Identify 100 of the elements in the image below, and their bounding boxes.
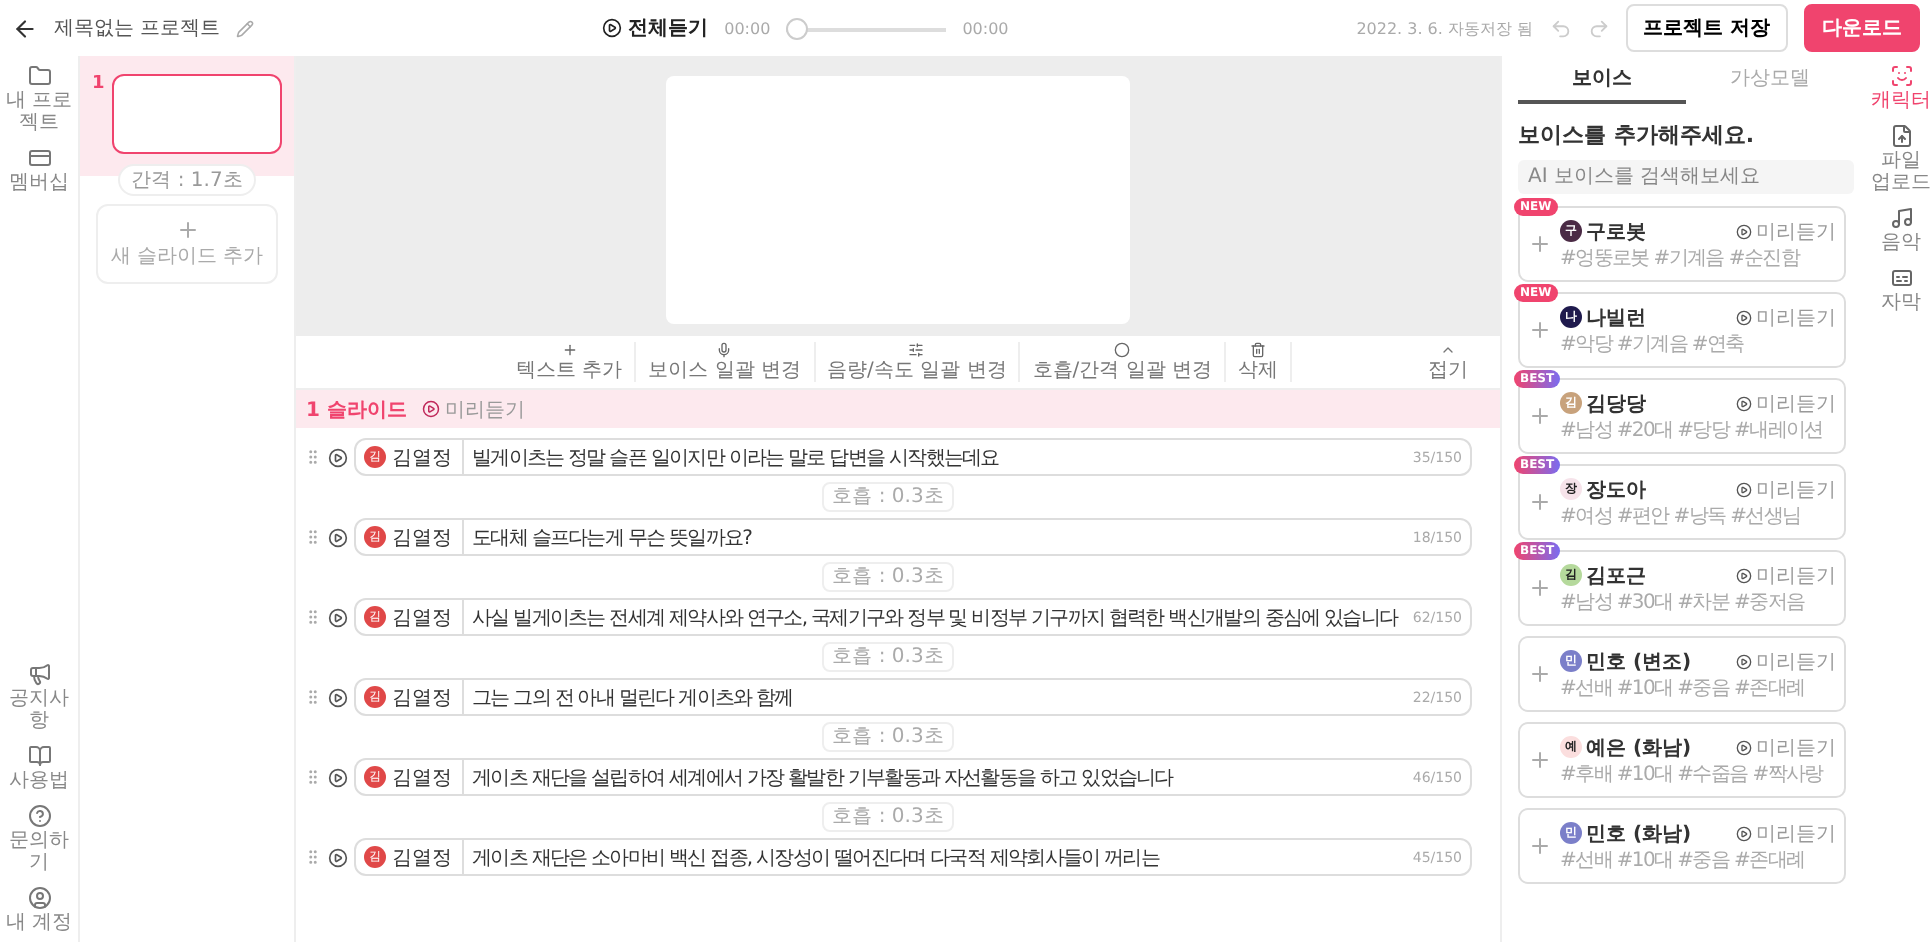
project-title: 제목없는 프로젝트	[54, 16, 221, 42]
collapse-button[interactable]: 접기	[1416, 342, 1480, 382]
preview-button[interactable]: 미리듣기	[1736, 217, 1836, 245]
voice-tags: #후배 #10대 #수줍음 #짝사랑	[1560, 763, 1836, 787]
preview-button[interactable]: 미리듣기	[1736, 303, 1836, 331]
drag-handle-icon[interactable]	[304, 608, 322, 626]
panel-tab[interactable]: 보이스	[1518, 56, 1686, 104]
play-icon	[1736, 481, 1752, 497]
voice-name: 예은 (화남)	[1586, 735, 1692, 761]
line-text[interactable]: 사실 빌게이츠는 전세계 제약사와 연구소, 국제기구와 정부 및 비정부 기구까지 협력한 백신개발의 중심에 있습니다	[464, 603, 1413, 631]
pencil-icon[interactable]	[236, 19, 255, 37]
play-icon	[1736, 653, 1752, 669]
toolbar-button[interactable]: 삭제	[1226, 342, 1292, 382]
play-icon	[1736, 223, 1752, 239]
play-icon[interactable]	[328, 687, 348, 707]
sliders-icon	[908, 342, 925, 358]
side-tab[interactable]: 자막	[1871, 266, 1931, 314]
slide-title: 1 슬라이드	[306, 397, 407, 423]
plus-icon[interactable]	[1528, 576, 1552, 600]
toolbar-button[interactable]: 호흡/간격 일괄 변경	[1020, 342, 1226, 382]
redo-icon[interactable]	[1587, 17, 1610, 39]
nav-item[interactable]: 공지사항	[1, 662, 77, 732]
preview-button[interactable]: 미리듣기	[1736, 561, 1836, 589]
side-tab[interactable]: 캐릭터	[1871, 64, 1931, 112]
drag-handle-icon[interactable]	[304, 768, 322, 786]
download-button[interactable]: 다운로드	[1804, 4, 1921, 52]
help-icon	[27, 804, 51, 828]
plus-icon[interactable]	[1528, 748, 1552, 772]
line-text[interactable]: 빌게이츠는 정말 슬픈 일이지만 이라는 말로 답변을 시작했는데요	[464, 443, 1413, 471]
plus-icon[interactable]	[1528, 232, 1552, 256]
playback-slider[interactable]	[786, 17, 947, 39]
plus-icon[interactable]	[1528, 662, 1552, 686]
plus-icon	[561, 342, 578, 358]
pause-label[interactable]: 호흡 : 0.3초	[822, 482, 954, 512]
voice-search-field[interactable]: AI 보이스를 검색해보세요	[1518, 160, 1854, 194]
add-slide-button[interactable]: 새 슬라이드 추가	[96, 204, 278, 284]
nav-item[interactable]: 문의하기	[1, 804, 77, 874]
drag-handle-icon[interactable]	[304, 848, 322, 866]
side-tab[interactable]: 파일 업로드	[1871, 124, 1931, 194]
preview-button[interactable]: 미리듣기	[1736, 819, 1836, 847]
line-text[interactable]: 게이츠 재단을 설립하여 세계에서 가장 활발한 기부활동과 자선활동을 하고 있었습니다	[464, 763, 1413, 791]
plus-icon[interactable]	[1528, 834, 1552, 858]
line-text[interactable]: 도대체 슬프다는게 무슨 뜻일까요?	[464, 523, 1413, 551]
preview-button[interactable]: 미리듣기	[1736, 733, 1836, 761]
preview-button[interactable]: 미리듣기	[1736, 647, 1836, 675]
play-icon	[422, 400, 441, 418]
plus-icon[interactable]	[1528, 318, 1552, 342]
play-all-button[interactable]: 전체듣기	[602, 14, 709, 42]
play-icon	[1736, 825, 1752, 841]
save-button[interactable]: 프로젝트 저장	[1625, 4, 1789, 52]
drag-handle-icon[interactable]	[304, 448, 322, 466]
toolbar-button[interactable]: 음량/속도 일괄 변경	[815, 342, 1021, 382]
pause-label[interactable]: 호흡 : 0.3초	[822, 642, 954, 672]
voice-name: 나빌런	[1586, 305, 1646, 331]
nav-item[interactable]: 내 계정	[1, 886, 77, 934]
preview-button[interactable]: 미리듣기	[1736, 389, 1836, 417]
play-icon[interactable]	[328, 527, 348, 547]
toolbar-button[interactable]: 보이스 일괄 변경	[636, 342, 816, 382]
nav-item[interactable]: 내 프로젝트	[1, 64, 77, 134]
side-tab[interactable]: 음악	[1871, 206, 1931, 254]
nav-item[interactable]: 사용법	[1, 744, 77, 792]
play-icon[interactable]	[328, 447, 348, 467]
voice-tags: #여성 #편안 #낭독 #선생님	[1560, 505, 1836, 529]
folder-icon	[27, 64, 51, 88]
back-icon[interactable]	[12, 15, 38, 41]
voice-name: 민호 (변조)	[1586, 649, 1692, 675]
time-end: 00:00	[962, 19, 1009, 37]
preview-button[interactable]: 미리듣기	[1736, 475, 1836, 503]
nav-item[interactable]: 멤버십	[1, 146, 77, 194]
pause-label[interactable]: 호흡 : 0.3초	[822, 722, 954, 752]
play-icon	[1736, 395, 1752, 411]
play-icon[interactable]	[328, 607, 348, 627]
music-icon	[1889, 206, 1913, 230]
megaphone-icon	[27, 662, 51, 686]
drag-handle-icon[interactable]	[304, 528, 322, 546]
user-icon	[27, 886, 51, 910]
drag-handle-icon[interactable]	[304, 688, 322, 706]
play-icon[interactable]	[328, 847, 348, 867]
file-icon	[1889, 124, 1913, 148]
toolbar-button[interactable]: 텍스트 추가	[503, 342, 637, 382]
line-text[interactable]: 그는 그의 전 아내 멀린다 게이츠와 함께	[464, 683, 1413, 711]
dot-icon	[1114, 342, 1131, 358]
book-icon	[27, 744, 51, 768]
pause-label[interactable]: 호흡 : 0.3초	[822, 802, 954, 832]
plus-icon[interactable]	[1528, 404, 1552, 428]
preview-button[interactable]: 미리듣기	[422, 395, 525, 423]
voice-name: 김당당	[1586, 391, 1646, 417]
play-icon	[1736, 567, 1752, 583]
panel-tab[interactable]: 가상모델	[1686, 56, 1854, 104]
plus-icon[interactable]	[1528, 490, 1552, 514]
face-icon	[1889, 64, 1913, 88]
line-text[interactable]: 게이츠 재단은 소아마비 백신 접종, 시장성이 떨어진다며 다국적 제약회사들이 꺼리는	[464, 843, 1413, 871]
slide-thumbnail[interactable]	[112, 74, 282, 154]
voice-tags: #엉뚱로봇 #기계음 #순진함	[1560, 247, 1836, 271]
microphone-icon	[716, 342, 733, 358]
voice-tags: #선배 #10대 #중음 #존대례	[1560, 677, 1836, 701]
play-icon[interactable]	[328, 767, 348, 787]
pause-label[interactable]: 호흡 : 0.3초	[822, 562, 954, 592]
trash-icon	[1250, 342, 1266, 358]
undo-icon[interactable]	[1549, 17, 1572, 39]
